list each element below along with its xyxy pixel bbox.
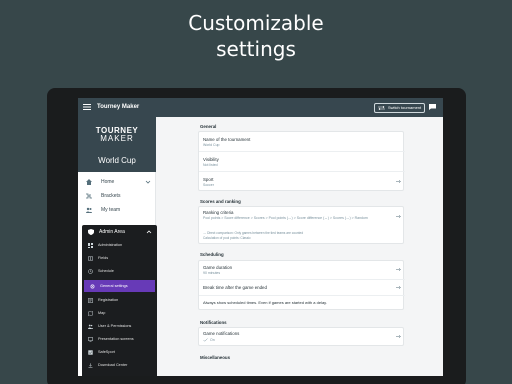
admin-item-label: SafeSport: [98, 350, 115, 354]
game-duration-row[interactable]: Game duration 90 minutes: [199, 261, 405, 279]
setting-value: 90 minutes: [203, 271, 221, 275]
admin-item-safesport[interactable]: SafeSport: [82, 346, 157, 358]
admin-item-users-permissions[interactable]: User & Permissions: [82, 320, 157, 332]
setting-label: Game duration: [203, 265, 233, 270]
setting-label: Break time after the game ended: [203, 285, 267, 290]
sidebar-item-home[interactable]: Home: [78, 175, 156, 189]
setting-value: Soccer: [203, 183, 214, 187]
scheduling-card: Game duration 90 minutes Break time afte…: [198, 260, 405, 310]
admin-item-label: User & Permissions: [98, 324, 132, 328]
setting-label: Game notifications: [203, 331, 240, 336]
arrow-right-icon: [396, 179, 401, 184]
admin-item-fields[interactable]: Fields: [82, 252, 157, 264]
chevron-up-icon[interactable]: [146, 229, 152, 235]
section-title-scores: Scores and ranking: [200, 199, 241, 204]
sidebar-item-label: Brackets: [101, 193, 121, 199]
game-notifications-row[interactable]: Game notifications On: [199, 328, 405, 346]
admin-area-header[interactable]: Admin Area: [82, 225, 157, 239]
sidebar-item-my-team[interactable]: My team: [78, 203, 156, 217]
app-bar: Tourney Maker Switch tournament: [78, 98, 443, 117]
pool-points-note: Calculation of pool points: Classic: [203, 236, 251, 240]
admin-item-label: Schedule: [98, 269, 114, 273]
admin-item-administration[interactable]: Administration: [82, 239, 157, 251]
setting-value: World Cup: [203, 143, 220, 147]
gear-icon: [90, 284, 95, 288]
dashboard-icon: [88, 242, 93, 248]
setting-label: Always show scheduled times. Even if gam…: [203, 300, 327, 305]
switch-tournament-button[interactable]: Switch tournament: [374, 103, 426, 113]
map-icon: [88, 310, 93, 316]
hero-line-2: settings: [216, 37, 296, 61]
admin-item-label: Registration: [98, 298, 119, 302]
swap-icon: [378, 106, 385, 110]
brackets-icon: [86, 193, 92, 199]
clock-icon: [88, 268, 93, 274]
download-icon: [88, 362, 93, 368]
home-icon: [86, 179, 92, 185]
admin-item-label: Fields: [98, 256, 109, 260]
app-title: Tourney Maker: [97, 104, 140, 110]
setting-value: Pool points > Score difference > Scores …: [203, 216, 368, 220]
always-show-times-row[interactable]: Always show scheduled times. Even if gam…: [199, 295, 405, 310]
brand-header: TOURNEY MAKER World Cup: [78, 117, 156, 172]
admin-item-presentation-screens[interactable]: Presentation screens: [82, 333, 157, 345]
setting-label: Name of the tournament: [203, 137, 251, 142]
monitor-icon: [88, 336, 93, 342]
chat-icon[interactable]: [429, 104, 436, 110]
visibility-row[interactable]: Visibility Not listed: [199, 151, 405, 171]
section-title-misc: Miscellaneous: [200, 355, 231, 360]
break-time-row[interactable]: Break time after the game ended: [199, 279, 405, 295]
sport-row[interactable]: Sport Soccer: [199, 171, 405, 191]
admin-item-registration[interactable]: Registration: [82, 294, 157, 306]
section-title-general: General: [200, 124, 217, 129]
admin-item-general-settings[interactable]: General settings: [84, 280, 155, 292]
admin-area-panel: Admin Area Administration Fields Schedul…: [82, 225, 157, 376]
tournament-name: World Cup: [98, 156, 136, 165]
settings-content: General Name of the tournament World Cup…: [198, 117, 405, 376]
admin-item-label: Download Center: [98, 363, 128, 367]
scores-card: Ranking criteria Pool points > Score dif…: [198, 206, 404, 244]
notifications-card: Game notifications On: [198, 327, 404, 346]
arrow-right-icon: [396, 214, 401, 219]
setting-label: Ranking criteria: [203, 210, 234, 215]
section-title-notifications: Notifications: [200, 320, 227, 325]
switch-tournament-label: Switch tournament: [388, 105, 422, 110]
admin-item-label: Presentation screens: [98, 337, 134, 341]
arrow-right-icon: [396, 267, 401, 272]
admin-item-download-center[interactable]: Download Center: [82, 359, 157, 371]
app-screen: Tourney Maker Switch tournament TOURNEY …: [78, 98, 443, 376]
safesport-icon: [88, 349, 93, 355]
arrow-right-icon: [396, 285, 401, 290]
admin-item-label: General settings: [100, 284, 128, 288]
setting-value: On: [210, 338, 215, 342]
admin-item-schedule[interactable]: Schedule: [82, 265, 157, 277]
team-icon: [86, 207, 92, 213]
registration-icon: [88, 297, 93, 303]
hero-heading: Customizable settings: [0, 10, 512, 62]
admin-item-label: Administration: [98, 243, 123, 247]
setting-label: Sport: [203, 177, 214, 182]
setting-label: Visibility: [203, 157, 219, 162]
chevron-down-icon[interactable]: [145, 179, 151, 185]
users-icon: [88, 324, 93, 329]
sidebar-item-brackets[interactable]: Brackets: [78, 189, 156, 203]
arrow-right-icon: [396, 334, 401, 339]
menu-icon[interactable]: [83, 103, 91, 111]
setting-value: Not listed: [203, 163, 218, 167]
section-title-scheduling: Scheduling: [200, 252, 224, 257]
admin-area-title: Admin Area: [99, 229, 125, 235]
sidebar-item-label: Home: [101, 179, 115, 185]
sidebar-item-label: My team: [101, 207, 121, 213]
field-icon: [88, 256, 93, 260]
shield-icon: [88, 229, 94, 235]
general-card: Name of the tournament World Cup Visibil…: [198, 131, 405, 191]
check-icon: [203, 338, 208, 342]
admin-item-label: Map: [98, 311, 106, 315]
name-of-tournament-row[interactable]: Name of the tournament World Cup: [199, 132, 405, 151]
admin-item-map[interactable]: Map: [82, 307, 157, 319]
logo-line-2: MAKER: [100, 134, 134, 143]
ranking-criteria-row[interactable]: Ranking criteria Pool points > Score dif…: [199, 207, 405, 244]
hero-line-1: Customizable: [188, 11, 324, 35]
ranking-note: ↔ Direct comparison: Only games between …: [203, 231, 304, 235]
